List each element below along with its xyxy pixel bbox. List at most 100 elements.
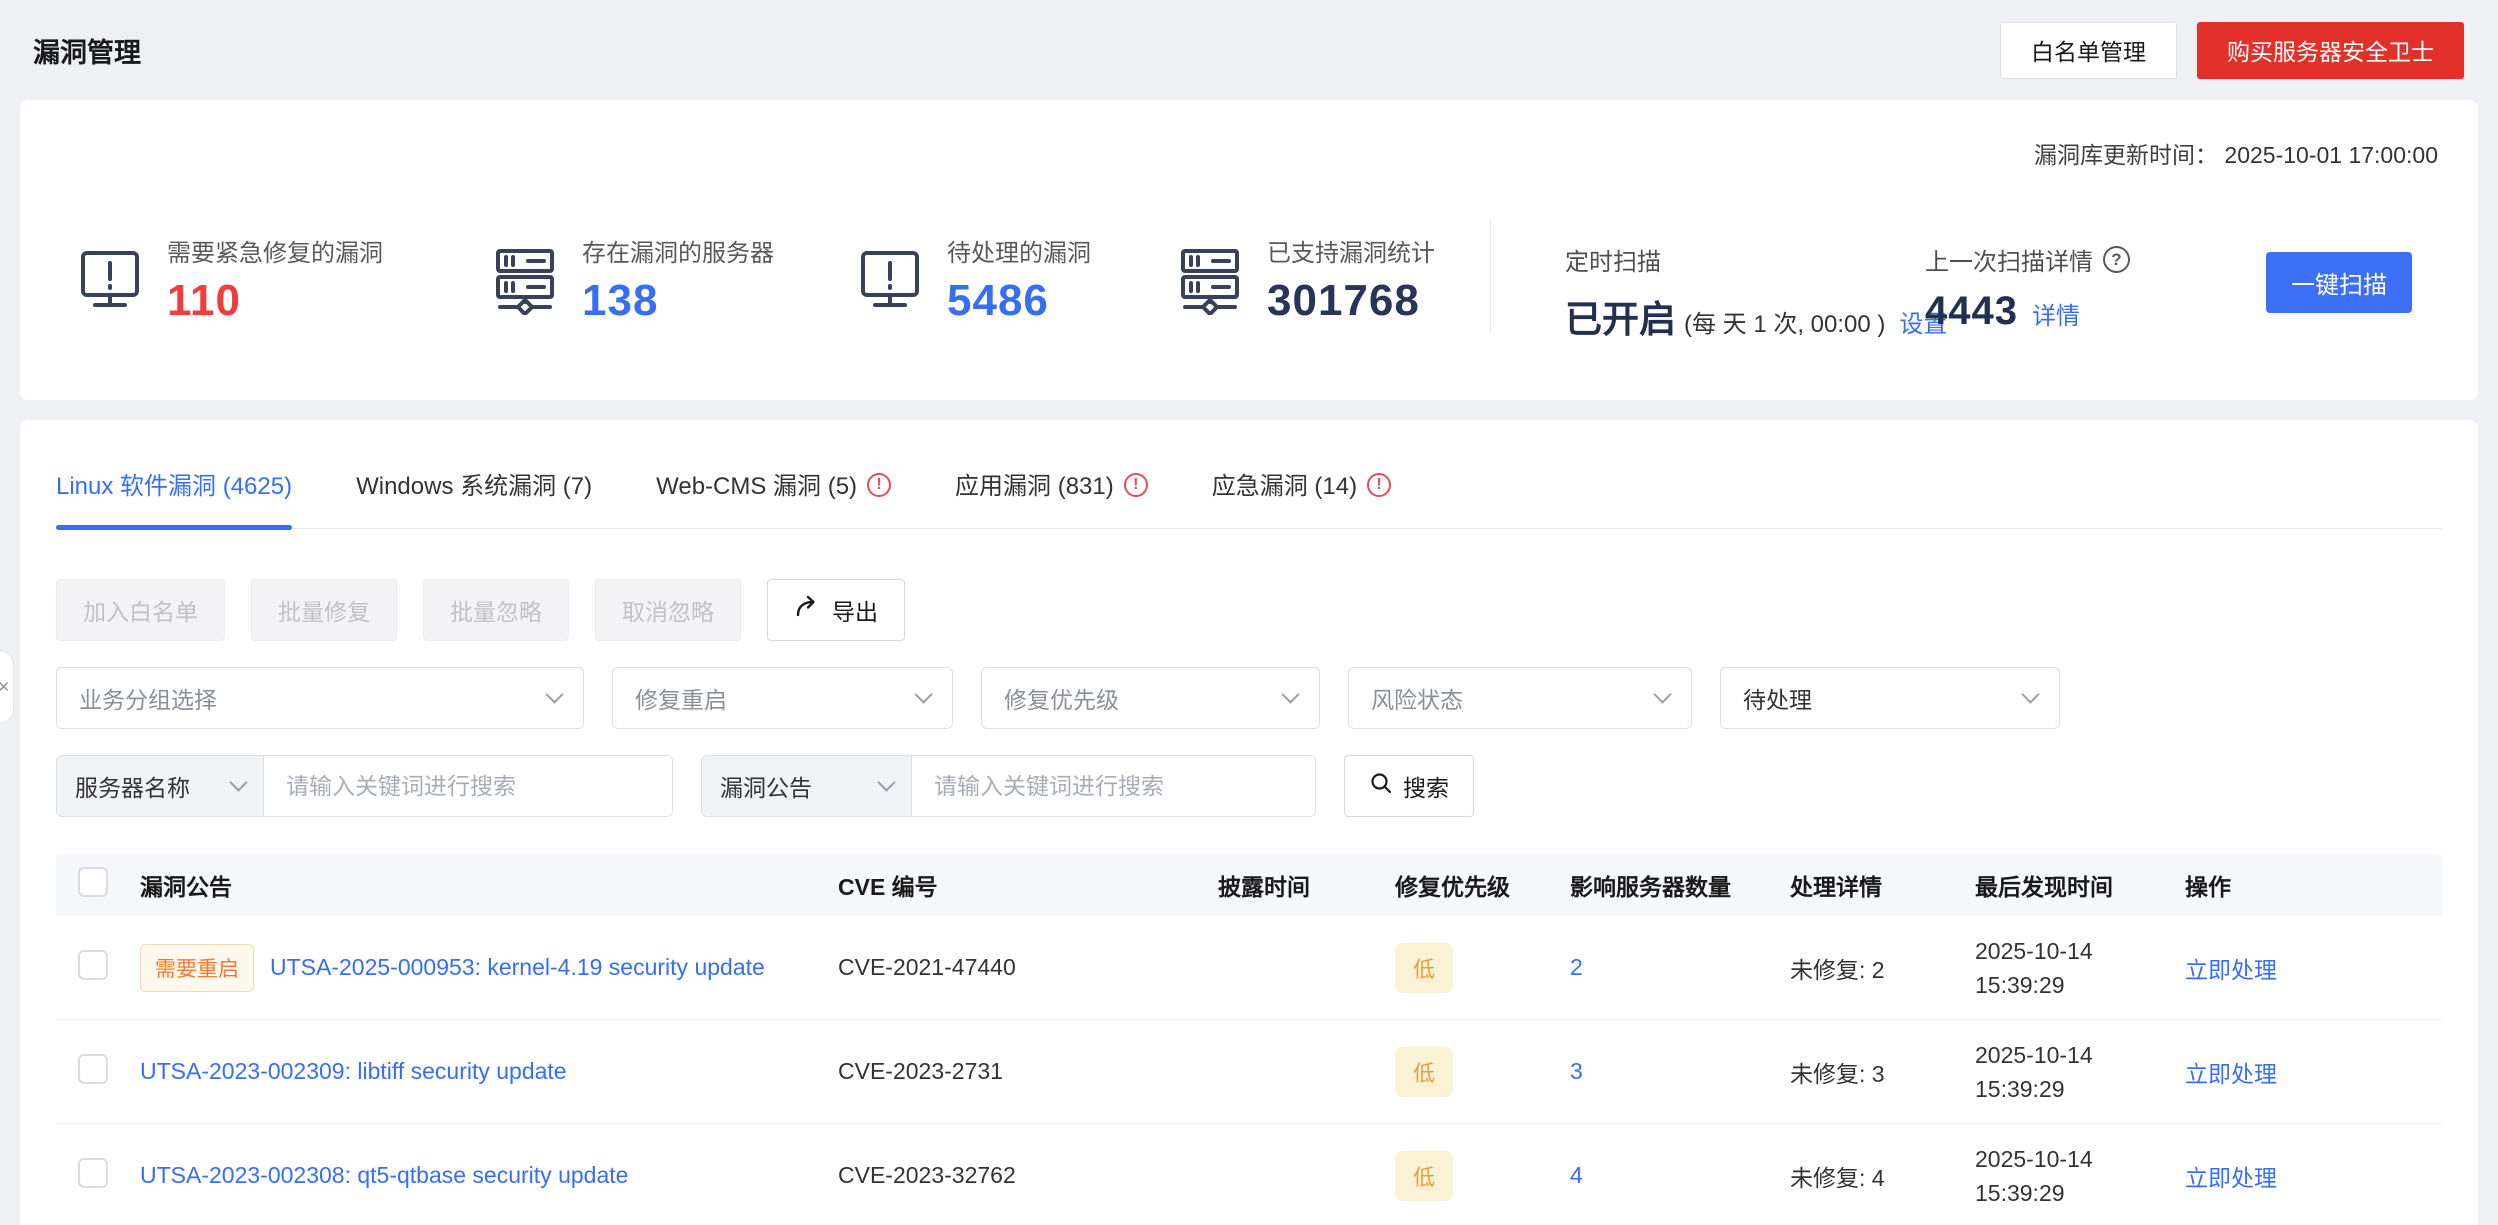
tab-windows-system-vulns[interactable]: Windows 系统漏洞 (7) bbox=[356, 472, 592, 528]
last-found-time: 2025-10-14 15:39:29 bbox=[1975, 937, 2093, 998]
restart-required-tag: 需要重启 bbox=[140, 943, 254, 992]
cve-id: CVE-2023-2731 bbox=[838, 1058, 1003, 1084]
server-name-select[interactable]: 服务器名称 bbox=[57, 756, 264, 816]
whitelist-management-button[interactable]: 白名单管理 bbox=[2000, 21, 2177, 79]
topbar-actions: 白名单管理 购买服务器安全卫士 bbox=[2000, 21, 2464, 79]
table-header: 漏洞公告 CVE 编号 披露时间 修复优先级 影响服务器数量 处理详情 最后发现… bbox=[56, 854, 2442, 916]
top-bar: 漏洞管理 白名单管理 购买服务器安全卫士 bbox=[0, 0, 2498, 100]
vulnerability-announcement-link[interactable]: UTSA-2025-000953: kernel-4.19 security u… bbox=[270, 954, 765, 981]
vulnerability-list-card: Linux 软件漏洞 (4625) Windows 系统漏洞 (7) Web-C… bbox=[20, 420, 2478, 1225]
batch-fix-button[interactable]: 批量修复 bbox=[251, 579, 397, 641]
tab-emergency-vulns[interactable]: 应急漏洞 (14) ! bbox=[1212, 472, 1392, 528]
stat-value: 110 bbox=[167, 276, 241, 325]
tab-label: Web-CMS 漏洞 (5) bbox=[656, 473, 858, 500]
one-click-scan-button[interactable]: 一键扫描 bbox=[2266, 252, 2412, 313]
col-header-handling-detail: 处理详情 bbox=[1790, 874, 1882, 900]
export-arrow-icon bbox=[794, 594, 820, 626]
affected-servers-link[interactable]: 3 bbox=[1570, 1058, 1583, 1084]
col-header-fix-priority: 修复优先级 bbox=[1395, 874, 1510, 900]
server-name-search-group: 服务器名称 bbox=[56, 755, 673, 817]
vuln-announcement-search-input[interactable] bbox=[912, 756, 1315, 816]
priority-badge: 低 bbox=[1395, 942, 1453, 993]
tab-label: Windows 系统漏洞 (7) bbox=[356, 473, 593, 500]
tab-linux-software-vulns[interactable]: Linux 软件漏洞 (4625) bbox=[56, 472, 293, 530]
stat-label: 存在漏洞的服务器 bbox=[582, 240, 774, 267]
cancel-ignore-button[interactable]: 取消忽略 bbox=[595, 579, 741, 641]
search-icon bbox=[1369, 771, 1393, 801]
export-label: 导出 bbox=[832, 599, 878, 625]
scheduled-scan-block: 定时扫描 已开启 (每 天 1 次, 00:00 ) 设置 bbox=[1565, 242, 1947, 343]
batch-ignore-button[interactable]: 批量忽略 bbox=[423, 579, 569, 641]
select-value: 修复重启 bbox=[635, 687, 727, 713]
row-checkbox[interactable] bbox=[78, 949, 108, 980]
stat-supported-vulns: 已支持漏洞统计 301768 bbox=[1175, 233, 1435, 326]
chevron-down-icon bbox=[2021, 685, 2040, 704]
stat-servers-with-vulns: 存在漏洞的服务器 138 bbox=[490, 233, 774, 326]
table-row: 需要重启 UTSA-2025-000953: kernel-4.19 secur… bbox=[56, 916, 2442, 1020]
last-scan-count: 4443 bbox=[1925, 289, 2018, 333]
stat-urgent-vulns: 需要紧急修复的漏洞 110 bbox=[75, 233, 383, 326]
vulnerability-announcement-link[interactable]: UTSA-2023-002309: libtiff security updat… bbox=[140, 1058, 567, 1085]
alert-icon: ! bbox=[1367, 473, 1392, 497]
chevron-down-icon bbox=[1653, 685, 1672, 704]
chevron-down-icon bbox=[229, 773, 248, 792]
fix-priority-select[interactable]: 修复优先级 bbox=[981, 667, 1320, 729]
vulnerability-announcement-link[interactable]: UTSA-2023-002308: qt5-qtbase security up… bbox=[140, 1162, 628, 1189]
handle-now-link[interactable]: 立即处理 bbox=[2185, 1165, 2277, 1191]
stat-value: 301768 bbox=[1267, 276, 1420, 325]
row-checkbox[interactable] bbox=[78, 1157, 108, 1188]
tab-bar: Linux 软件漏洞 (4625) Windows 系统漏洞 (7) Web-C… bbox=[56, 420, 2442, 530]
row-checkbox[interactable] bbox=[78, 1053, 108, 1084]
server-icon bbox=[490, 245, 560, 315]
alert-icon: ! bbox=[867, 473, 892, 497]
db-update-label: 漏洞库更新时间： bbox=[2034, 142, 2219, 168]
restart-required-select[interactable]: 修复重启 bbox=[612, 667, 953, 729]
stat-label: 待处理的漏洞 bbox=[947, 240, 1091, 267]
table-row: UTSA-2023-002309: libtiff security updat… bbox=[56, 1020, 2442, 1124]
col-header-affected-servers: 影响服务器数量 bbox=[1570, 874, 1731, 900]
export-button[interactable]: 导出 bbox=[767, 579, 905, 641]
question-circle-icon[interactable]: ? bbox=[2103, 246, 2130, 273]
business-group-select[interactable]: 业务分组选择 bbox=[56, 667, 584, 729]
add-to-whitelist-button[interactable]: 加入白名单 bbox=[56, 579, 225, 641]
tab-application-vulns[interactable]: 应用漏洞 (831) ! bbox=[955, 472, 1148, 528]
left-edge-collapse-handle[interactable]: ✕ bbox=[0, 650, 14, 724]
col-header-announcement: 漏洞公告 bbox=[140, 874, 232, 900]
handling-detail: 未修复: 2 bbox=[1790, 956, 1885, 983]
vulnerability-table: 漏洞公告 CVE 编号 披露时间 修复优先级 影响服务器数量 处理详情 最后发现… bbox=[56, 854, 2442, 1225]
vuln-announcement-select[interactable]: 漏洞公告 bbox=[702, 756, 912, 816]
buy-security-guard-button[interactable]: 购买服务器安全卫士 bbox=[2197, 21, 2464, 79]
select-value: 风险状态 bbox=[1371, 687, 1463, 713]
page-title: 漏洞管理 bbox=[33, 37, 141, 68]
handling-detail: 未修复: 4 bbox=[1790, 1164, 1885, 1191]
batch-actions-toolbar: 加入白名单 批量修复 批量忽略 取消忽略 导出 bbox=[56, 579, 2442, 641]
stat-pending-vulns: 待处理的漏洞 5486 bbox=[855, 233, 1091, 326]
server-name-search-input[interactable] bbox=[264, 756, 672, 816]
handling-status-select[interactable]: 待处理 bbox=[1720, 667, 2060, 729]
tab-label: 应用漏洞 (831) bbox=[955, 473, 1114, 500]
last-found-time: 2025-10-14 15:39:29 bbox=[1975, 1145, 2093, 1206]
stat-value: 138 bbox=[582, 276, 659, 325]
chevron-down-icon bbox=[545, 685, 564, 704]
filter-row: 业务分组选择 修复重启 修复优先级 风险状态 待处理 bbox=[56, 667, 2442, 729]
table-body: 需要重启 UTSA-2025-000953: kernel-4.19 secur… bbox=[56, 916, 2442, 1225]
handle-now-link[interactable]: 立即处理 bbox=[2185, 1061, 2277, 1087]
last-scan-detail-link[interactable]: 详情 bbox=[2032, 296, 2080, 331]
stat-value: 5486 bbox=[947, 276, 1049, 325]
last-scan-block: 上一次扫描详情 ? 4443 详情 bbox=[1925, 242, 2130, 334]
affected-servers-link[interactable]: 4 bbox=[1570, 1162, 1583, 1188]
affected-servers-link[interactable]: 2 bbox=[1570, 954, 1583, 980]
tab-label: Linux 软件漏洞 (4625) bbox=[56, 473, 293, 500]
search-button[interactable]: 搜索 bbox=[1344, 755, 1474, 817]
handle-now-link[interactable]: 立即处理 bbox=[2185, 957, 2277, 983]
tab-web-cms-vulns[interactable]: Web-CMS 漏洞 (5) ! bbox=[656, 472, 892, 528]
last-found-time: 2025-10-14 15:39:29 bbox=[1975, 1041, 2093, 1102]
handling-detail: 未修复: 3 bbox=[1790, 1060, 1885, 1087]
search-label: 搜索 bbox=[1403, 775, 1449, 801]
risk-status-select[interactable]: 风险状态 bbox=[1348, 667, 1692, 729]
select-value: 修复优先级 bbox=[1004, 687, 1119, 713]
server-icon bbox=[1175, 245, 1245, 315]
scheduled-scan-frequency: (每 天 1 次, 00:00 ) bbox=[1684, 311, 1886, 338]
select-all-checkbox[interactable] bbox=[78, 867, 108, 897]
vuln-announcement-search-group: 漏洞公告 bbox=[701, 755, 1316, 817]
